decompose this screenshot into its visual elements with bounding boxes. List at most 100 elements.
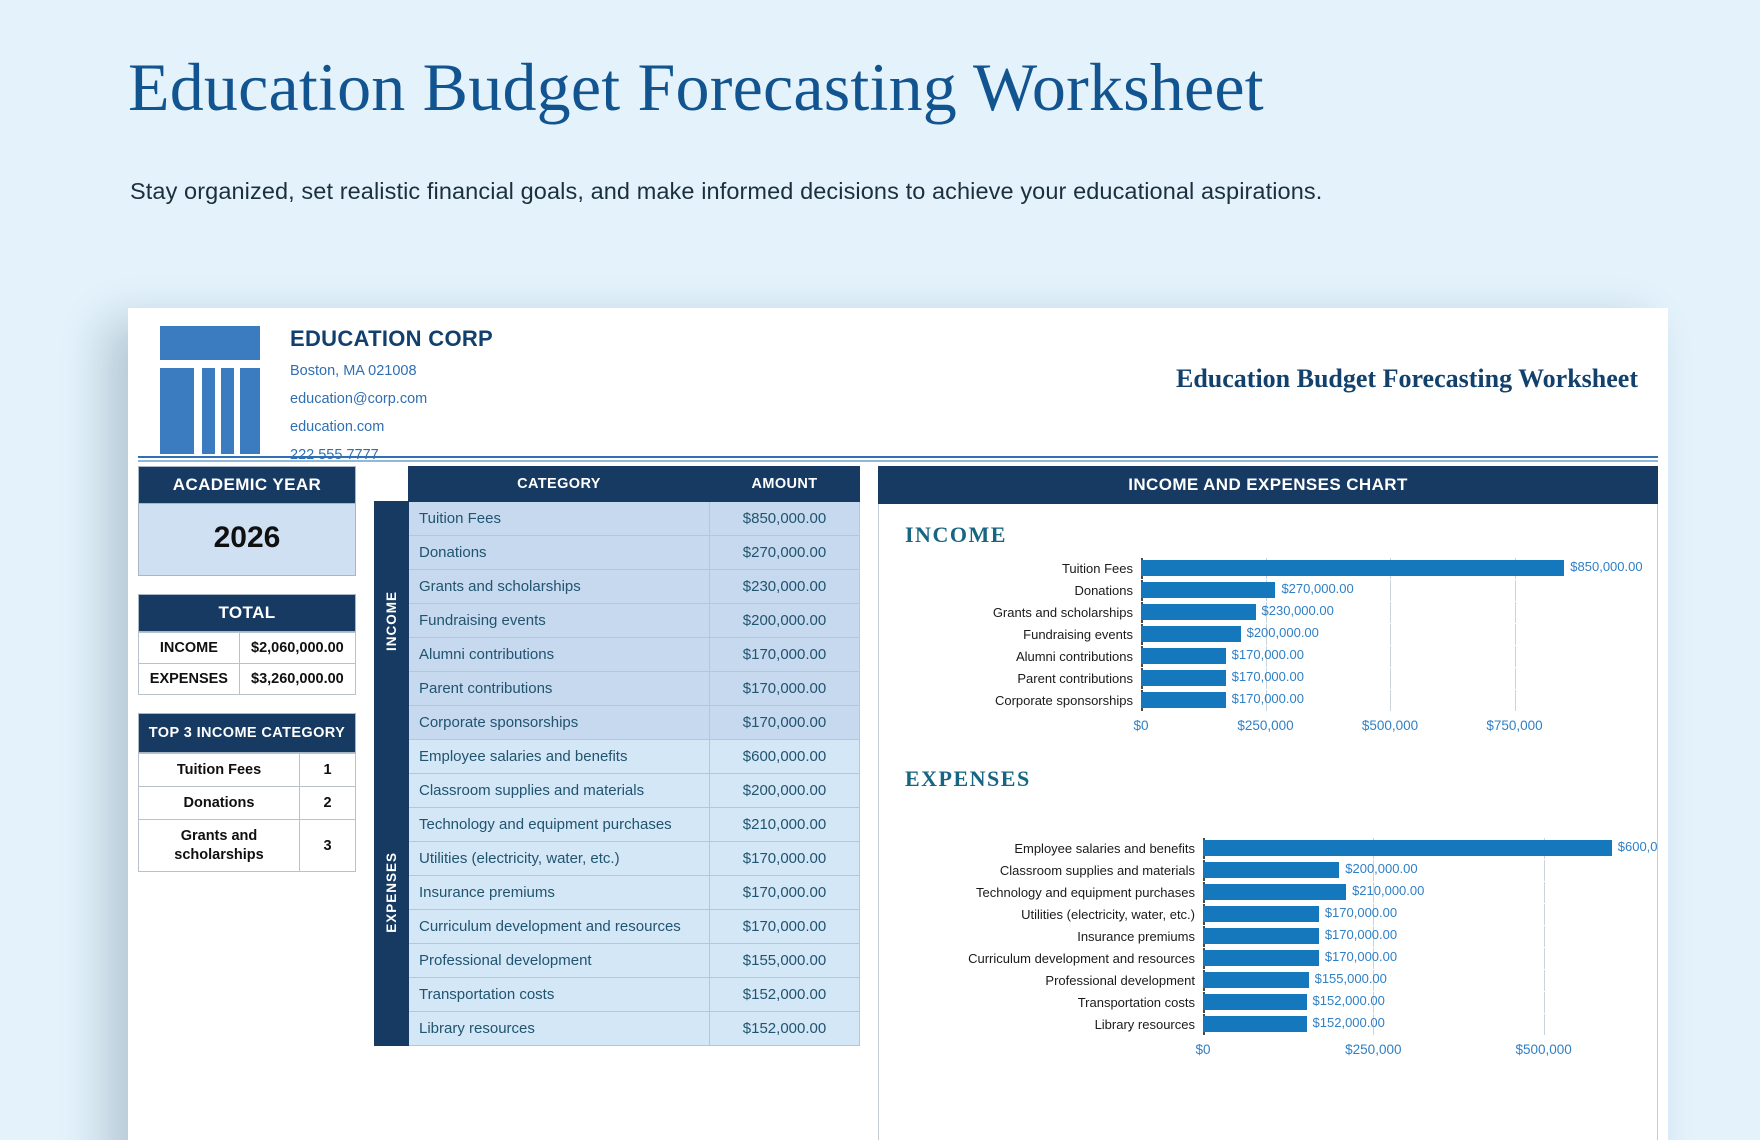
table-row: Professional development $155,000.00 (375, 943, 860, 978)
chart-category-label: Donations (1074, 583, 1133, 598)
company-name: EDUCATION CORP (290, 326, 494, 351)
chart-value-label: $170,000.00 (1324, 927, 1398, 942)
chart-bar-track: $170,000.00 (1141, 668, 1639, 689)
chart-bar (1203, 928, 1319, 944)
chart-category-label: Curriculum development and resources (968, 951, 1195, 966)
table-row: Fundraising events $200,000.00 (375, 603, 860, 638)
academic-year-value[interactable]: 2026 (138, 504, 356, 576)
chart-bar-row: Professional development $155,000.00 (893, 970, 1639, 991)
chart-bar-row: Fundraising events $200,000.00 (893, 624, 1639, 645)
chart-category-label: Professional development (1045, 973, 1195, 988)
gridline (1543, 882, 1545, 903)
amount-cell: $170,000.00 (709, 875, 860, 910)
amount-cell: $270,000.00 (709, 535, 860, 570)
chart-value-label: $170,000.00 (1231, 647, 1304, 662)
top3-category-1: Tuition Fees (138, 753, 300, 788)
gridline (1390, 690, 1391, 711)
amount-cell: $600,000.00 (709, 739, 860, 774)
top3-income-card: TOP 3 INCOME CATEGORY Tuition Fees 1 Don… (138, 713, 356, 872)
chart-bar (1203, 906, 1319, 922)
category-cell: Donations (408, 535, 710, 570)
total-expenses-value: $3,260,000.00 (238, 663, 357, 695)
gridline (1543, 948, 1545, 969)
chart-category-label: Classroom supplies and materials (999, 863, 1195, 878)
table-row: Transportation costs $152,000.00 (375, 977, 860, 1012)
company-info: EDUCATION CORP Boston, MA 021008 educati… (290, 326, 493, 463)
company-website[interactable]: education.com (290, 419, 493, 435)
chart-value-label: $200,000.00 (1345, 861, 1418, 876)
amount-cell: $170,000.00 (709, 841, 860, 876)
budget-table-body: INCOME Tuition Fees $850,000.00 Donations $2… (374, 501, 860, 1046)
chart-bar-row: Grants and scholarships $230,000.00 (893, 602, 1639, 623)
chart-bar-track: $170,000.00 (1203, 948, 1639, 969)
category-cell: Technology and equipment purchases (408, 807, 710, 842)
total-expenses-label: EXPENSES (138, 663, 240, 695)
chart-x-axis: $0 $250,000 $500,000 $750,000 (893, 712, 1639, 738)
chart-bar-track: $270,000.00 (1141, 580, 1639, 601)
amount-cell: $152,000.00 (709, 977, 860, 1012)
group-label-text: INCOME (384, 590, 399, 651)
amount-cell: $170,000.00 (709, 909, 860, 944)
category-cell: Employee salaries and benefits (408, 739, 710, 774)
table-row: Library resources $152,000.00 (375, 1011, 860, 1046)
chart-x-axis: $0 $250,000 $500,000 (893, 1036, 1639, 1062)
gridline (1390, 580, 1391, 601)
chart-bar (1203, 972, 1309, 988)
chart-bar-track: $210,000.00 (1203, 882, 1639, 903)
table-row: Corporate sponsorships $170,000.00 (375, 705, 860, 740)
budget-table-header-row: CATEGORY AMOUNT (375, 466, 860, 502)
chart-panel-header: INCOME AND EXPENSES CHART (878, 466, 1658, 504)
chart-bar-row: Curriculum development and resources $170… (893, 948, 1639, 969)
header-amount: AMOUNT (709, 466, 860, 502)
category-cell: Tuition Fees (408, 501, 710, 536)
chart-bar (1141, 626, 1241, 642)
chart-value-label: $152,000.00 (1312, 993, 1385, 1008)
document-header: EDUCATION CORP Boston, MA 021008 educati… (128, 308, 1668, 480)
table-row: Parent contributions $170,000.00 (375, 671, 860, 706)
amount-cell: $170,000.00 (709, 637, 860, 672)
company-email[interactable]: education@corp.com (290, 391, 493, 407)
chart-category-label: Utilities (electricity, water, etc.) (1021, 907, 1195, 922)
amount-cell: $210,000.00 (709, 807, 860, 842)
total-table: INCOME $2,060,000.00 EXPENSES $3,260,000… (138, 632, 357, 695)
chart-x-tick: $0 (1133, 718, 1149, 733)
expenses-bar-chart: Employee salaries and benefits $600,000.0… (893, 838, 1657, 1062)
category-cell: Alumni contributions (408, 637, 710, 672)
table-row: Utilities (electricity, water, etc.) $170… (375, 841, 860, 876)
chart-bar-row: Parent contributions $170,000.00 (893, 668, 1639, 689)
chart-bar-track: $850,000.00 (1141, 558, 1643, 579)
gridline (1543, 860, 1545, 881)
chart-value-label: $230,000.00 (1261, 603, 1334, 618)
chart-value-label: $170,000.00 (1231, 669, 1304, 684)
chart-category-label: Tuition Fees (1061, 561, 1133, 576)
amount-cell: $170,000.00 (709, 671, 860, 706)
page-subtitle: Stay organized, set realistic financial … (130, 178, 1323, 204)
income-bar-chart: Tuition Fees $850,000.00 Donations $270,000… (893, 558, 1643, 738)
top3-category-3: Grants and scholarships (138, 819, 300, 872)
top3-table: Tuition Fees 1 Donations 2 Grants and sc… (138, 753, 356, 872)
chart-bar-row: Employee salaries and benefits $600,000.0… (893, 838, 1657, 859)
category-cell: Curriculum development and resources (408, 909, 710, 944)
expenses-group-label: EXPENSES (374, 739, 409, 1046)
table-row: INCOME $2,060,000.00 (138, 632, 357, 664)
chart-category-label: Parent contributions (1017, 671, 1133, 686)
category-cell: Transportation costs (408, 977, 710, 1012)
chart-value-label: $170,000.00 (1324, 949, 1398, 964)
category-cell: Library resources (408, 1011, 710, 1046)
chart-value-label: $850,000.00 (1570, 559, 1643, 574)
chart-bar (1203, 1016, 1307, 1032)
page-root: Education Budget Forecasting Worksheet S… (0, 0, 1760, 1140)
amount-cell: $230,000.00 (709, 569, 860, 604)
chart-panel-body: INCOME Tuition Fees $850,000.00 Donations $… (878, 504, 1658, 1140)
category-cell: Classroom supplies and materials (408, 773, 710, 808)
chart-bar-track: $600,000.00 (1203, 838, 1657, 859)
total-income-label: INCOME (138, 632, 240, 664)
document-title: Education Budget Forecasting Worksheet (1175, 364, 1638, 393)
income-chart-title: INCOME (905, 522, 1007, 547)
chart-bar-row: Technology and equipment purchases $210,0… (893, 882, 1639, 903)
chart-value-label: $170,000.00 (1324, 905, 1398, 920)
chart-bar-row: Utilities (electricity, water, etc.) $170… (893, 904, 1639, 925)
table-row: Alumni contributions $170,000.00 (375, 637, 860, 672)
total-card: TOTAL INCOME $2,060,000.00 EXPENSES $3,2… (138, 594, 357, 695)
category-cell: Professional development (408, 943, 710, 978)
